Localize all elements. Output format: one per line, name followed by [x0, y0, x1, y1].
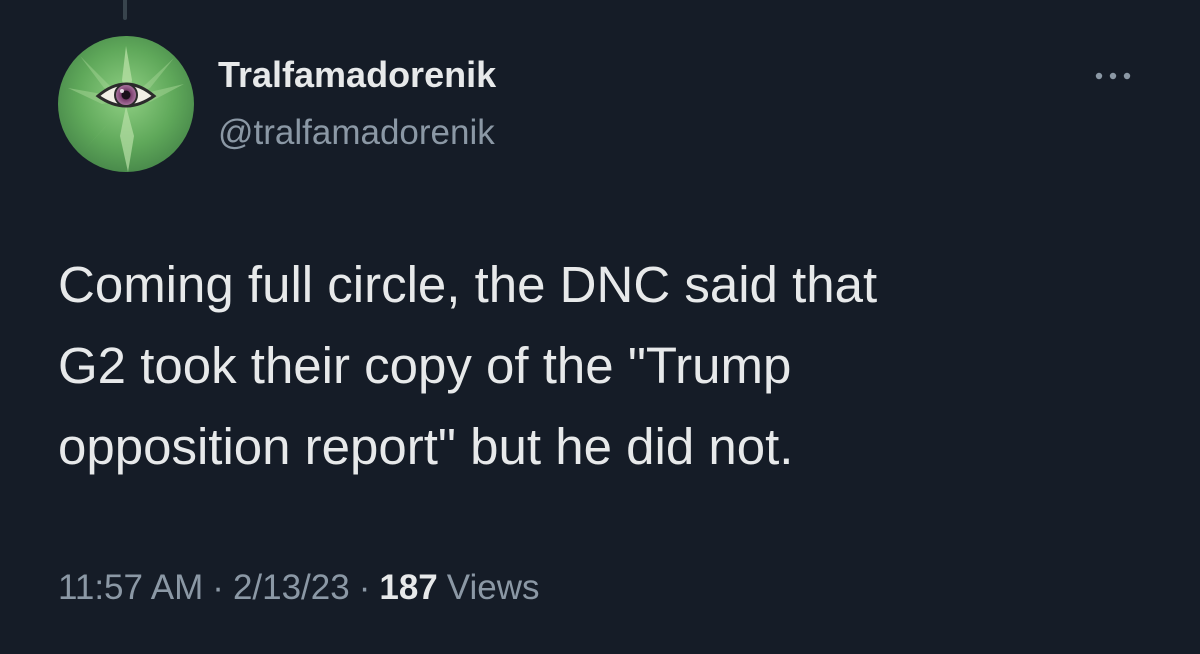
- views-count[interactable]: 187: [379, 568, 437, 608]
- more-options-button[interactable]: [1088, 60, 1138, 92]
- tweet-time[interactable]: 11:57 AM: [58, 568, 203, 608]
- author-handle[interactable]: @tralfamadorenik: [218, 113, 495, 153]
- meta-separator: ·: [358, 568, 371, 607]
- views-label[interactable]: Views: [447, 568, 540, 608]
- tweet-date[interactable]: 2/13/23: [233, 568, 350, 608]
- meta-separator: ·: [212, 568, 224, 607]
- more-options-icon: [1095, 72, 1131, 80]
- thread-connector-line: [123, 0, 127, 20]
- author-avatar[interactable]: [58, 36, 194, 172]
- author-display-name[interactable]: Tralfamadorenik: [218, 54, 496, 96]
- tweet-text: Coming full circle, the DNC said that G2…: [58, 256, 878, 475]
- tweet-card: Tralfamadorenik @tralfamadorenik Coming …: [0, 0, 1200, 654]
- tweet-metadata: 11:57 AM · 2/13/23 · 187 Views: [58, 568, 540, 608]
- eye-leaf-avatar-icon: [58, 36, 194, 172]
